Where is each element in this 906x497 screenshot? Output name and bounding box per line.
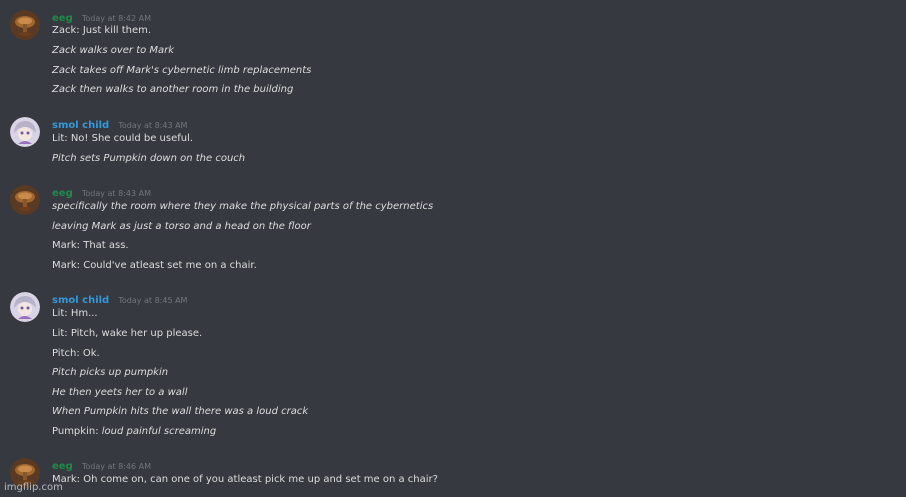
message-line: Zack: Just kill them. xyxy=(52,25,152,36)
message-line: specifically the room where they make th… xyxy=(52,201,434,212)
message-line: He then yeets her to a wall xyxy=(52,387,188,398)
message-line: Lit: Pitch, wake her up please. xyxy=(52,328,203,339)
username[interactable]: smol child xyxy=(52,295,109,306)
message-line: When Pumpkin hits the wall there was a l… xyxy=(52,406,309,417)
username[interactable]: eeg xyxy=(52,188,73,199)
message-line: Pitch: Ok. xyxy=(52,348,100,359)
avatar[interactable] xyxy=(10,185,40,215)
timestamp: Today at 8:42 AM xyxy=(81,14,151,23)
avatar[interactable] xyxy=(10,10,40,40)
message-line: Mark: Oh come on, can one of you atleast… xyxy=(52,474,438,485)
avatar[interactable] xyxy=(10,117,40,147)
message-line: Pumpkin: loud painful screaming xyxy=(52,426,217,437)
message-line: leaving Mark as just a torso and a head … xyxy=(52,221,311,232)
message-header: eeg Today at 8:46 AM xyxy=(52,457,151,474)
message-line: Pitch picks up pumpkin xyxy=(52,367,169,378)
message-header: eeg Today at 8:43 AM xyxy=(52,184,151,201)
username[interactable]: eeg xyxy=(52,461,73,472)
timestamp: Today at 8:43 AM xyxy=(118,121,188,130)
message-line: Zack then walks to another room in the b… xyxy=(52,84,294,95)
message-line: Lit: Hm... xyxy=(52,308,98,319)
message-header: smol child Today at 8:45 AM xyxy=(52,291,187,308)
smol-child-avatar-icon xyxy=(10,117,40,147)
message-line: Mark: That ass. xyxy=(52,240,129,251)
message-line: Pitch sets Pumpkin down on the couch xyxy=(52,153,246,164)
avatar[interactable] xyxy=(10,292,40,322)
timestamp: Today at 8:43 AM xyxy=(81,189,151,198)
message-line: Mark: Could've atleast set me on a chair… xyxy=(52,260,257,271)
timestamp: Today at 8:46 AM xyxy=(81,462,151,471)
message-line: Zack walks over to Mark xyxy=(52,45,175,56)
message-line: Zack takes off Mark's cybernetic limb re… xyxy=(52,65,312,76)
chat-log: eeg Today at 8:42 AM Zack: Just kill the… xyxy=(0,0,906,497)
imgflip-watermark: imgflip.com xyxy=(4,482,63,493)
timestamp: Today at 8:45 AM xyxy=(118,296,188,305)
username[interactable]: eeg xyxy=(52,13,73,24)
message-header: smol child Today at 8:43 AM xyxy=(52,116,187,133)
message-line: Lit: No! She could be useful. xyxy=(52,133,194,144)
username[interactable]: smol child xyxy=(52,120,109,131)
smol-child-avatar-icon xyxy=(10,292,40,322)
eeg-avatar-icon xyxy=(10,185,40,215)
eeg-avatar-icon xyxy=(10,10,40,40)
